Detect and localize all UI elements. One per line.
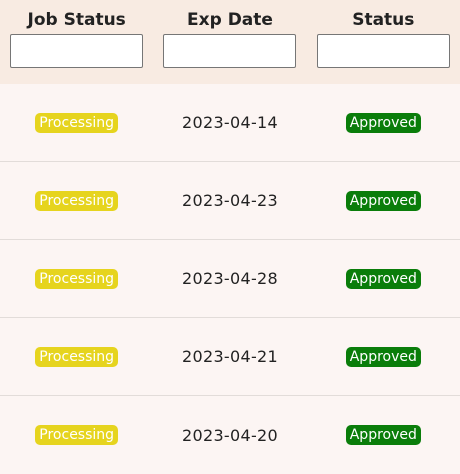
- exp-date-value: 2023-04-23: [182, 191, 278, 210]
- status-badge: Approved: [345, 268, 421, 289]
- exp-date-value: 2023-04-14: [182, 113, 278, 132]
- status-filter-input[interactable]: [316, 34, 450, 68]
- exp-date-cell: 2023-04-14: [153, 113, 306, 132]
- job-status-cell: Processing: [0, 190, 153, 211]
- column-header-job-status[interactable]: Job Status: [28, 10, 126, 32]
- exp-date-value: 2023-04-20: [182, 425, 278, 445]
- status-badge: Approved: [345, 425, 421, 445]
- status-cell: Approved: [307, 112, 460, 133]
- job-status-badge: Processing: [35, 346, 119, 367]
- exp-date-value: 2023-04-28: [182, 269, 278, 288]
- exp-date-value: 2023-04-21: [182, 347, 278, 366]
- column-header-exp-date[interactable]: Exp Date: [187, 10, 273, 32]
- table-row[interactable]: Processing 2023-04-23 Approved: [0, 162, 460, 240]
- exp-date-cell: 2023-04-28: [153, 269, 306, 288]
- job-status-filter-input[interactable]: [10, 34, 144, 68]
- job-status-cell: Processing: [0, 268, 153, 289]
- job-status-badge: Processing: [35, 425, 119, 445]
- table-row[interactable]: Processing 2023-04-28 Approved: [0, 240, 460, 318]
- status-cell: Approved: [307, 346, 460, 367]
- column-header-status[interactable]: Status: [352, 10, 414, 32]
- data-table: Job Status Exp Date Status Processing 20…: [0, 0, 460, 474]
- job-status-badge: Processing: [35, 112, 119, 133]
- exp-date-cell: 2023-04-20: [153, 426, 306, 445]
- job-status-cell: Processing: [0, 425, 153, 445]
- column-status: Status: [307, 0, 460, 84]
- job-status-cell: Processing: [0, 346, 153, 367]
- job-status-badge: Processing: [35, 268, 119, 289]
- table-row[interactable]: Processing 2023-04-20 Approved: [0, 396, 460, 474]
- status-cell: Approved: [307, 268, 460, 289]
- table-row[interactable]: Processing 2023-04-14 Approved: [0, 84, 460, 162]
- status-badge: Approved: [345, 190, 421, 211]
- exp-date-cell: 2023-04-21: [153, 347, 306, 366]
- table-body: Processing 2023-04-14 Approved Processin…: [0, 84, 460, 474]
- exp-date-cell: 2023-04-23: [153, 191, 306, 210]
- status-badge: Approved: [345, 346, 421, 367]
- table-header: Job Status Exp Date Status: [0, 0, 460, 84]
- status-cell: Approved: [307, 425, 460, 445]
- column-job-status: Job Status: [0, 0, 153, 84]
- job-status-cell: Processing: [0, 112, 153, 133]
- column-exp-date: Exp Date: [153, 0, 306, 84]
- status-cell: Approved: [307, 190, 460, 211]
- table-row[interactable]: Processing 2023-04-21 Approved: [0, 318, 460, 396]
- exp-date-filter-input[interactable]: [163, 34, 297, 68]
- status-badge: Approved: [345, 112, 421, 133]
- job-status-badge: Processing: [35, 190, 119, 211]
